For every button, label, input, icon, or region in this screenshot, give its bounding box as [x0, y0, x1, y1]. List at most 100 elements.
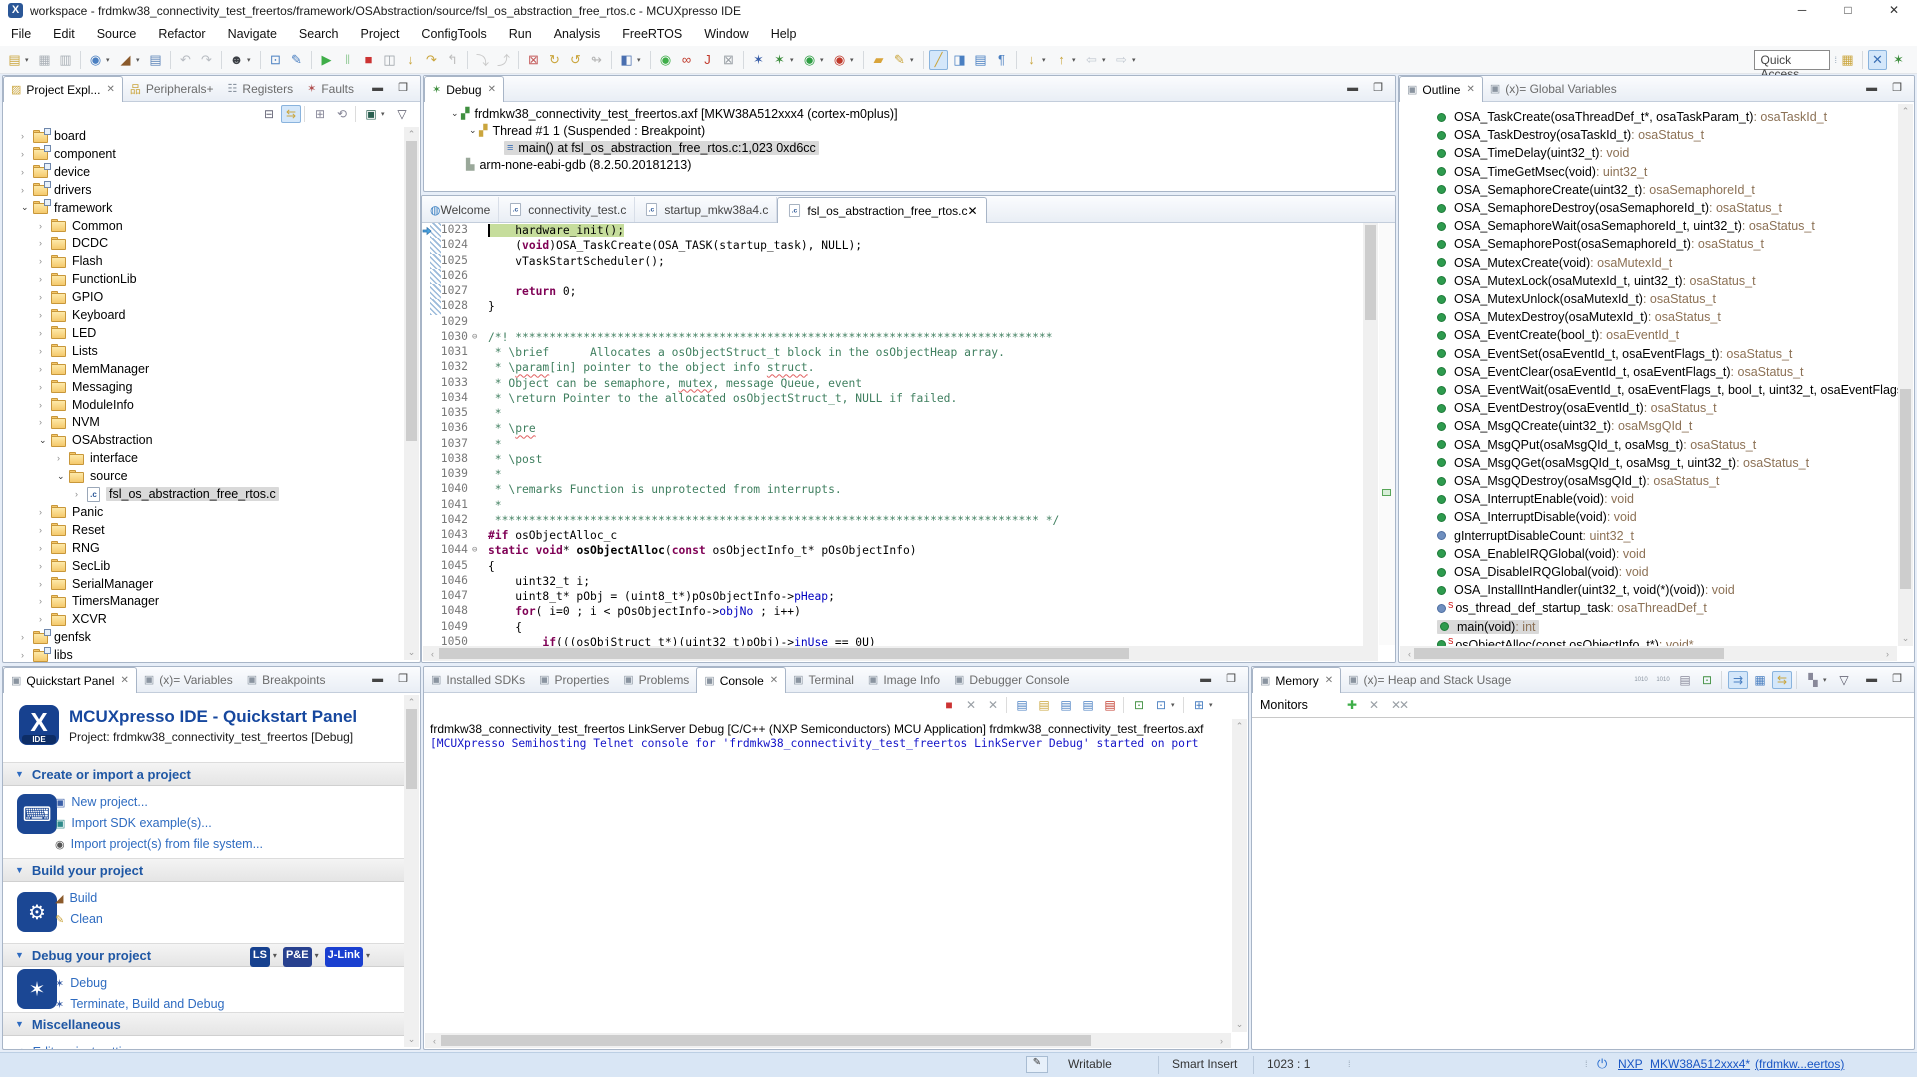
grid-icon[interactable]: ▦ — [1750, 671, 1770, 689]
section-header-miscellaneous[interactable]: ▼Miscellaneous — [3, 1012, 404, 1036]
outline-item[interactable]: SosObjectAlloc(const osObjectInfo_t*) : … — [1437, 636, 1694, 646]
debug-tree-row[interactable]: ⌄▞Thread #1 1 (Suspended : Breakpoint) — [469, 122, 705, 139]
tree-expand-arrow[interactable]: ⌄ — [39, 435, 49, 446]
step-return-icon[interactable]: ↰ — [443, 50, 462, 70]
show-when-stderr-icon[interactable]: ▤ — [1100, 696, 1120, 714]
tree-expand-arrow[interactable]: › — [39, 579, 49, 589]
import-icon[interactable]: 1010 — [1653, 671, 1673, 689]
book-icon[interactable]: ◧ — [617, 50, 636, 70]
quickstart-tab-breakpoints[interactable]: ▣Breakpoints — [240, 667, 333, 692]
show-when-stdout-icon[interactable]: ▤ — [1078, 696, 1098, 714]
tree-expand-arrow[interactable]: › — [39, 525, 49, 535]
outline-item[interactable]: OSA_EnableIRQGlobal(void) : void — [1437, 545, 1646, 563]
section-header-build-your-project[interactable]: ▼Build your project — [3, 858, 404, 882]
outline-item[interactable]: OSA_TaskDestroy(osaTaskId_t) : osaStatus… — [1437, 126, 1704, 144]
outline-item[interactable]: OSA_InterruptDisable(void) : void — [1437, 508, 1637, 526]
outline-item[interactable]: OSA_TaskCreate(osaThreadDef_t*, osaTaskP… — [1437, 108, 1827, 126]
tree-expand-arrow[interactable]: › — [57, 453, 67, 463]
outline-hscrollbar[interactable]: ‹ › — [1400, 646, 1897, 661]
quickstart-link-edit-project-settings[interactable]: ◉Edit project settings — [17, 1045, 142, 1050]
tree-item-flash[interactable]: ›Flash — [39, 252, 103, 270]
tree-expand-arrow[interactable]: › — [21, 185, 31, 195]
open-perspective-icon[interactable]: ▦ — [1838, 50, 1857, 70]
quickstart-link-clean[interactable]: ✎Clean — [55, 912, 103, 926]
console-tab-debugger-console[interactable]: ▣Debugger Console — [947, 667, 1076, 692]
cpp-perspective-icon[interactable]: ✕ — [1868, 50, 1887, 70]
tree-expand-arrow[interactable]: › — [39, 382, 49, 392]
memory-tab-memory[interactable]: ▣Memory✕ — [1252, 667, 1341, 693]
outline-item[interactable]: OSA_MsgQCreate(uint32_t) : osaMsgQId_t — [1437, 417, 1692, 435]
outline-item[interactable]: OSA_EventDestroy(osaEventId_t) : osaStat… — [1437, 399, 1717, 417]
tree-item-functionlib[interactable]: ›FunctionLib — [39, 270, 137, 288]
doc-list-icon[interactable]: ▤ — [971, 50, 990, 70]
filter-x-icon[interactable]: ▣ — [361, 105, 381, 123]
tree-item-reset[interactable]: ›Reset — [39, 521, 105, 539]
outline-item[interactable]: Sos_thread_def_startup_task : osaThreadD… — [1437, 599, 1707, 617]
quick-access-input[interactable]: Quick Access — [1754, 50, 1830, 70]
terminate-icon[interactable]: ■ — [359, 50, 378, 70]
next-annotation-icon[interactable]: ↓ — [1022, 50, 1041, 70]
tree-item-osabstraction[interactable]: ⌄OSAbstraction — [39, 431, 153, 449]
tree-item-timersmanager[interactable]: ›TimersManager — [39, 592, 159, 610]
tree-item-seclib[interactable]: ›SecLib — [39, 557, 110, 575]
close-button[interactable]: ✕ — [1871, 0, 1917, 22]
undo-icon[interactable]: ↶ — [176, 50, 195, 70]
outline-item[interactable]: OSA_EventWait(osaEventId_t, osaEventFlag… — [1437, 381, 1898, 399]
outline-item[interactable]: OSA_InstallIntHandler(uint32_t, void(*)(… — [1437, 581, 1735, 599]
probe-button-p-e[interactable]: P&E — [283, 947, 312, 967]
quickstart-link-terminate-build-and-debug[interactable]: ✶Terminate, Build and Debug — [55, 997, 224, 1011]
explorer-tab-peripherals-[interactable]: 品Peripherals+ — [123, 76, 221, 101]
tree-item-lists[interactable]: ›Lists — [39, 342, 98, 360]
tree-expand-arrow[interactable]: › — [39, 507, 49, 517]
tree-item-common[interactable]: ›Common — [39, 217, 123, 235]
step-over-icon[interactable]: ↷ — [422, 50, 441, 70]
tree-item-moduleinfo[interactable]: ›ModuleInfo — [39, 396, 134, 414]
debug-perspective-icon[interactable]: ✶ — [1889, 50, 1908, 70]
outline-item[interactable]: main(void) : int — [1437, 618, 1539, 636]
link-chain-icon[interactable]: ∞ — [677, 50, 696, 70]
terminate-icon[interactable]: ■ — [939, 696, 959, 714]
memory-minmax-buttons[interactable]: ▬ ❐ — [1866, 672, 1908, 685]
layout-icon[interactable]: ▚ — [1803, 671, 1823, 689]
explorer-minmax-buttons[interactable]: ▬ ❐ — [372, 81, 414, 94]
debug-tree-row[interactable]: ▙arm-none-eabi-gdb (8.2.50.20181213) — [466, 156, 691, 173]
jlink-icon[interactable]: J — [698, 50, 717, 70]
save-all-icon[interactable]: ▥ — [56, 50, 75, 70]
outline-item[interactable]: OSA_SemaphorePost(osaSemaphoreId_t) : os… — [1437, 235, 1764, 253]
pilcrow-icon[interactable]: ¶ — [992, 50, 1011, 70]
tree-item-dcdc[interactable]: ›DCDC — [39, 234, 108, 252]
tree-item-fsl-os-abstraction-free-rtos-c[interactable]: ›.cfsl_os_abstraction_free_rtos.c — [75, 485, 279, 503]
drop-frame-icon[interactable]: ⤵ — [473, 50, 492, 70]
highlighter-icon[interactable]: ╱ — [929, 50, 948, 70]
editor-hscrollbar[interactable]: ‹ — [423, 646, 1378, 661]
tree-expand-arrow[interactable]: › — [39, 310, 49, 320]
console-tab-terminal[interactable]: ▣Terminal — [786, 667, 861, 692]
outline-item[interactable]: OSA_TimeDelay(uint32_t) : void — [1437, 144, 1629, 162]
outline-item[interactable]: OSA_MsgQPut(osaMsgQId_t, osaMsg_t) : osa… — [1437, 436, 1756, 454]
tree-expand-arrow[interactable]: › — [75, 489, 85, 499]
tree-expand-arrow[interactable]: › — [39, 417, 49, 427]
tree-expand-arrow[interactable]: › — [39, 561, 49, 571]
relaunch-icon[interactable]: ↺ — [566, 50, 585, 70]
device-link[interactable]: MKW38A512xxx4* — [1650, 1057, 1750, 1071]
menu-configtools[interactable]: ConfigTools — [410, 27, 497, 41]
probe-button-ls[interactable]: LS — [250, 947, 270, 967]
tree-item-xcvr[interactable]: ›XCVR — [39, 610, 107, 628]
tree-item-drivers[interactable]: ›drivers — [21, 181, 92, 199]
console-hscrollbar[interactable]: ‹ › — [425, 1033, 1231, 1048]
link-editor-icon[interactable]: ⇆ — [281, 105, 301, 123]
tree-expand-arrow[interactable]: › — [39, 364, 49, 374]
suspend-icon[interactable]: ‖ — [338, 50, 357, 70]
remove-all-icon[interactable]: ✕ — [983, 696, 1003, 714]
quickstart-vscrollbar[interactable]: ⌃ ⌄ — [404, 695, 419, 1047]
power-icon[interactable]: ⏻ — [1597, 1056, 1607, 1072]
open-folder-icon[interactable]: ▰ — [869, 50, 888, 70]
config-tools-icon[interactable]: ◉ — [86, 50, 105, 70]
explorer-tab-faults[interactable]: ✶Faults — [300, 76, 361, 101]
outline-item[interactable]: OSA_MutexLock(osaMutexId_t, uint32_t) : … — [1437, 272, 1756, 290]
nxp-link[interactable]: NXP — [1618, 1057, 1643, 1071]
tree-item-keyboard[interactable]: ›Keyboard — [39, 306, 126, 324]
user-profile-icon[interactable]: ☻ — [227, 50, 246, 70]
fold-marker[interactable]: ⊖ — [472, 543, 484, 558]
explorer-vscrollbar[interactable]: ⌃ ⌄ — [404, 127, 419, 660]
